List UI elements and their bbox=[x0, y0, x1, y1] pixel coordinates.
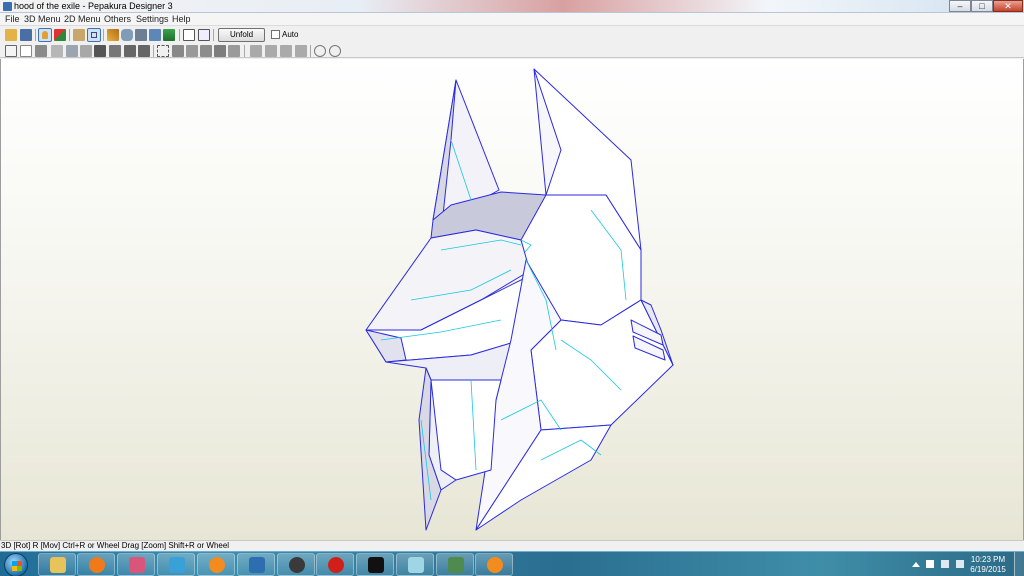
volume-icon[interactable] bbox=[956, 560, 964, 568]
text-icon[interactable] bbox=[186, 45, 198, 57]
toolbar-separator bbox=[35, 29, 36, 41]
menu-others[interactable]: Others bbox=[104, 14, 131, 24]
align-left-icon[interactable] bbox=[250, 45, 262, 57]
texture-toggle-icon[interactable] bbox=[38, 28, 52, 42]
menu-3d[interactable]: 3D Menu bbox=[24, 14, 61, 24]
auto-label: Auto bbox=[282, 30, 299, 39]
select-tool-icon[interactable] bbox=[5, 45, 17, 57]
save-icon[interactable] bbox=[20, 29, 32, 41]
network-icon[interactable] bbox=[941, 560, 949, 568]
anchor-icon[interactable] bbox=[135, 29, 147, 41]
taskbar-glass-app[interactable] bbox=[396, 553, 434, 576]
blender-icon bbox=[487, 557, 503, 573]
toolbar-separator bbox=[153, 45, 154, 57]
taskbar-explorer[interactable] bbox=[38, 553, 76, 576]
pages-icon[interactable] bbox=[149, 29, 161, 41]
taskbar-media-player[interactable] bbox=[77, 553, 115, 576]
move-icon[interactable] bbox=[157, 45, 169, 57]
paint-icon bbox=[129, 557, 145, 573]
start-button[interactable] bbox=[4, 553, 28, 576]
select-view-icon[interactable] bbox=[87, 28, 101, 42]
maximize-button[interactable]: □ bbox=[971, 0, 993, 12]
zoom-in-icon[interactable] bbox=[314, 45, 326, 57]
cylinder-icon[interactable] bbox=[121, 29, 133, 41]
menu-settings[interactable]: Settings bbox=[136, 14, 169, 24]
auto-checkbox[interactable] bbox=[271, 30, 280, 39]
scale-icon[interactable] bbox=[172, 45, 184, 57]
taskbar-cmd[interactable] bbox=[356, 553, 394, 576]
bitmap-icon[interactable] bbox=[200, 45, 212, 57]
align-center-icon[interactable] bbox=[265, 45, 277, 57]
taskbar-blender[interactable] bbox=[197, 553, 235, 576]
taskbar-blender-2[interactable] bbox=[475, 553, 513, 576]
menu-file[interactable]: File bbox=[5, 14, 20, 24]
taskbar: 10:23 PM 6/19/2015 bbox=[0, 551, 1024, 576]
flag-tray-icon[interactable] bbox=[926, 560, 934, 568]
menu-help[interactable]: Help bbox=[172, 14, 191, 24]
solid-toggle-icon[interactable] bbox=[54, 29, 66, 41]
windows-logo-icon bbox=[12, 561, 22, 571]
paper-icon[interactable] bbox=[198, 29, 210, 41]
tray-expand-icon[interactable] bbox=[912, 562, 920, 567]
split-icon[interactable] bbox=[66, 45, 78, 57]
status-hint: 3D [Rot] R [Mov] Ctrl+R or Wheel Drag [Z… bbox=[1, 541, 230, 550]
taskbar-paint[interactable] bbox=[117, 553, 155, 576]
media-player-icon bbox=[89, 557, 105, 573]
redo-icon[interactable] bbox=[138, 45, 150, 57]
minimize-button[interactable]: – bbox=[949, 0, 971, 12]
edit-toolbar bbox=[0, 43, 1024, 58]
explorer-icon bbox=[50, 557, 66, 573]
window-titlebar: hood of the exile - Pepakura Designer 3 … bbox=[0, 0, 1024, 13]
taskbar-box-app[interactable] bbox=[157, 553, 195, 576]
main-toolbar: Unfold Auto bbox=[0, 27, 1024, 43]
toolbar-separator bbox=[69, 29, 70, 41]
vmware-icon bbox=[249, 557, 265, 573]
clock-time[interactable]: 10:23 PM bbox=[968, 555, 1008, 564]
taskbar-opera[interactable] bbox=[316, 553, 354, 576]
zoom-out-icon[interactable] bbox=[329, 45, 341, 57]
anubis-hood-mesh bbox=[365, 68, 674, 531]
toolbar-separator bbox=[310, 45, 311, 57]
cmd-icon bbox=[368, 557, 384, 573]
fold-line-icon[interactable] bbox=[228, 45, 240, 57]
box-app-icon bbox=[169, 557, 185, 573]
monitor-icon bbox=[448, 557, 464, 573]
rotate-view-icon[interactable] bbox=[73, 29, 85, 41]
rotate-left-icon[interactable] bbox=[94, 45, 106, 57]
layout-icon[interactable] bbox=[183, 29, 195, 41]
glass-app-icon bbox=[408, 557, 424, 573]
flap-icon[interactable] bbox=[80, 45, 92, 57]
opera-icon bbox=[328, 557, 344, 573]
undo-icon[interactable] bbox=[124, 45, 136, 57]
rotate-right-icon[interactable] bbox=[109, 45, 121, 57]
clock-date[interactable]: 6/19/2015 bbox=[968, 565, 1008, 574]
blender-icon bbox=[209, 557, 225, 573]
align-right-icon[interactable] bbox=[280, 45, 292, 57]
close-button[interactable]: ✕ bbox=[993, 0, 1023, 12]
status-bar: 3D [Rot] R [Mov] Ctrl+R or Wheel Drag [Z… bbox=[0, 540, 1024, 551]
settings-app-icon bbox=[289, 557, 305, 573]
toolbar-separator bbox=[244, 45, 245, 57]
open-icon[interactable] bbox=[5, 29, 17, 41]
menu-2d[interactable]: 2D Menu bbox=[64, 14, 101, 24]
toolbar-separator bbox=[103, 29, 104, 41]
app-icon bbox=[3, 2, 12, 11]
toolbar-separator bbox=[213, 29, 214, 41]
unfold-button[interactable]: Unfold bbox=[218, 28, 265, 42]
print-icon[interactable] bbox=[214, 45, 226, 57]
align-top-icon[interactable] bbox=[295, 45, 307, 57]
taskbar-settings-app[interactable] bbox=[277, 553, 315, 576]
taskbar-vmware[interactable] bbox=[237, 553, 275, 576]
taskbar-monitor[interactable] bbox=[436, 553, 474, 576]
3d-viewport[interactable] bbox=[0, 59, 1024, 540]
edge-tool-icon[interactable] bbox=[20, 45, 32, 57]
menu-bar: File 3D Menu 2D Menu Others Settings Hel… bbox=[0, 13, 1024, 26]
join-icon[interactable] bbox=[51, 45, 63, 57]
pencil-icon[interactable] bbox=[107, 29, 119, 41]
show-desktop-button[interactable] bbox=[1014, 552, 1024, 576]
toolbar-separator bbox=[179, 29, 180, 41]
grid-tool-icon[interactable] bbox=[35, 45, 47, 57]
window-title: hood of the exile - Pepakura Designer 3 bbox=[14, 1, 173, 11]
flag-icon[interactable] bbox=[163, 29, 175, 41]
